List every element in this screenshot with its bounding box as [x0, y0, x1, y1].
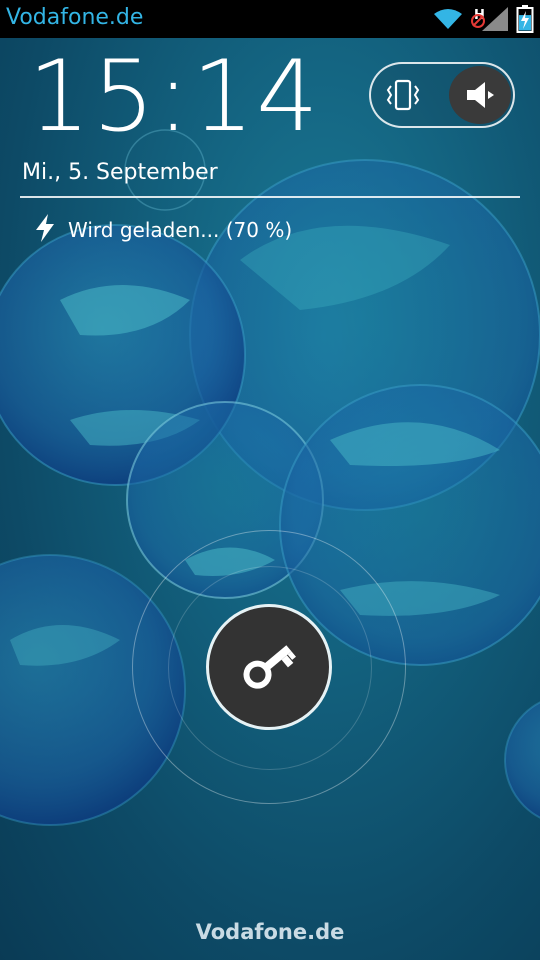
- charging-status: Wird geladen... (70 %): [34, 213, 292, 247]
- carrier-footer-label: Vodafone.de: [195, 920, 345, 944]
- battery-charging-icon: [516, 5, 534, 33]
- key-icon: [238, 634, 300, 700]
- status-carrier-label: Vodafone.de: [6, 5, 144, 30]
- divider: [20, 196, 520, 198]
- no-sim-signal-icon: H: [470, 5, 510, 33]
- status-bar: Vodafone.de H: [0, 0, 540, 38]
- speaker-icon[interactable]: [449, 66, 511, 124]
- lock-screen: Vodafone.de H 15:14 Mi., 5. September Wi…: [0, 0, 540, 960]
- wifi-icon: [432, 7, 464, 31]
- date-label: Mi., 5. September: [22, 160, 218, 185]
- charging-status-label: Wird geladen... (70 %): [68, 218, 293, 242]
- clock-time: 15:14: [28, 40, 321, 154]
- sound-mode-toggle[interactable]: [369, 62, 515, 128]
- lightning-icon: [34, 213, 56, 247]
- unlock-handle[interactable]: [206, 604, 332, 730]
- vibrate-icon[interactable]: [385, 78, 421, 112]
